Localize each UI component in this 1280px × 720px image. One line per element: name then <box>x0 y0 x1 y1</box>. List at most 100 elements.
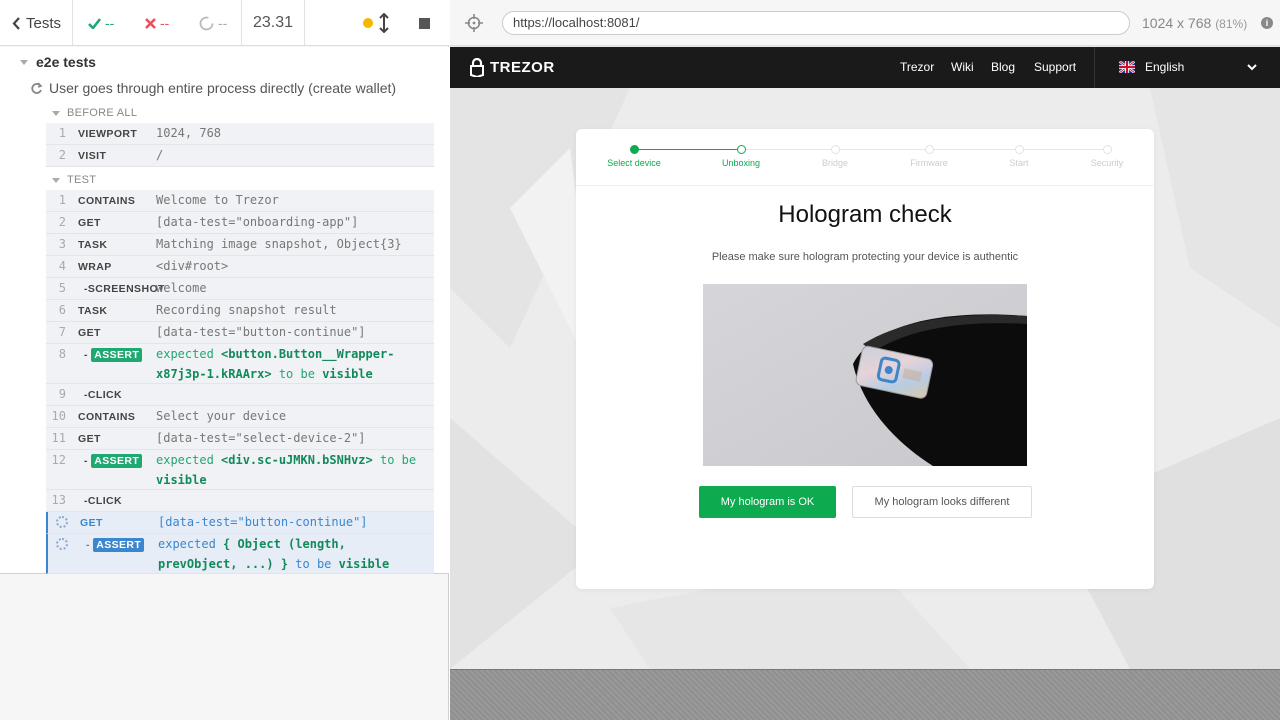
assert-mid: to be <box>379 453 417 467</box>
command-number: 1 <box>58 126 66 140</box>
viewport-scale: (81%) <box>1215 17 1248 31</box>
nav-link-trezor[interactable]: Trezor <box>900 47 934 88</box>
command-name: CONTAINS <box>78 195 136 207</box>
command-number: 4 <box>58 259 66 273</box>
command-name: - ASSERT <box>86 534 145 556</box>
assert-prefix: expected <box>156 453 214 467</box>
hologram-different-button[interactable]: My hologram looks different <box>852 486 1032 518</box>
command-row[interactable]: 3 TASK Matching image snapshot, Object{3} <box>46 234 434 256</box>
caret-down-icon <box>20 59 28 65</box>
tests-back-button[interactable]: Tests <box>0 0 72 46</box>
hook-label: TEST <box>67 174 97 186</box>
command-row[interactable]: 2 VISIT / <box>46 145 434 167</box>
url-bar[interactable]: https://localhost:8081/ <box>502 11 1130 35</box>
runner-header: https://localhost:8081/ 1024 x 768 (81%)… <box>450 0 1280 46</box>
command-message: welcome <box>156 281 207 295</box>
check-icon <box>88 17 101 29</box>
assert-object: visible <box>322 367 373 381</box>
step-dot <box>924 145 934 154</box>
command-row[interactable]: 12 - ASSERT expected <div.sc-uJMKN.bSNHvz>… <box>46 450 434 490</box>
nav-link-support[interactable]: Support <box>1034 47 1076 88</box>
assert-mid: to be <box>295 557 332 571</box>
page-subtitle: Please make sure hologram protecting you… <box>711 251 1019 263</box>
failed-value: -- <box>160 15 170 31</box>
pending-value: -- <box>218 15 228 31</box>
app-under-test: https://localhost:8081/ 1024 x 768 (81%)… <box>450 0 1280 720</box>
reporter-body: e2e tests User goes through entire proce… <box>0 47 449 574</box>
assert-badge: ASSERT <box>93 538 145 552</box>
test-title[interactable]: User goes through entire process directl… <box>30 78 396 98</box>
suite-label: e2e tests <box>36 54 96 70</box>
hook-before-all[interactable]: BEFORE ALL <box>52 105 137 121</box>
command-message: / <box>156 148 164 162</box>
spinner-icon <box>56 516 68 528</box>
command-row[interactable]: 9 -CLICK <box>46 384 434 406</box>
command-message: Welcome to Trezor <box>156 193 279 207</box>
trezor-navbar: TREZOR Trezor Wiki Blog Support English <box>450 47 1280 88</box>
brand-name: TREZOR <box>490 58 555 76</box>
divider <box>576 185 1154 186</box>
nav-link-blog[interactable]: Blog <box>991 47 1015 88</box>
command-message: [data-test="onboarding-app"] <box>156 215 359 229</box>
hook-test[interactable]: TEST <box>52 172 96 188</box>
step-label: Select device <box>607 158 661 168</box>
command-number: 8 <box>58 347 66 361</box>
command-row[interactable]: - ASSERT expected { Object (length, prevO… <box>46 534 434 574</box>
command-number: 6 <box>58 303 66 317</box>
command-number: 11 <box>51 431 66 445</box>
command-row[interactable]: 13 -CLICK <box>46 490 434 512</box>
command-row[interactable]: 6 TASK Recording snapshot result <box>46 300 434 322</box>
command-row[interactable]: 10 CONTAINS Select your device <box>46 406 434 428</box>
assert-object: visible <box>156 473 207 487</box>
pending-count: -- <box>199 0 227 46</box>
command-row[interactable]: 8 - ASSERT expected <button.Button__Wrappe… <box>46 344 434 384</box>
command-row[interactable]: 4 WRAP <div#root> <box>46 256 434 278</box>
passed-value: -- <box>105 15 115 31</box>
command-row[interactable]: 1 VIEWPORT 1024, 768 <box>46 123 434 145</box>
hologram-image <box>703 284 1027 466</box>
step-dot <box>1102 145 1112 154</box>
command-row[interactable]: 11 GET [data-test="select-device-2"] <box>46 428 434 450</box>
command-message: Recording snapshot result <box>156 303 337 317</box>
command-name: GET <box>80 517 103 529</box>
duration: 23.31 <box>252 14 294 31</box>
command-number: 2 <box>58 215 66 229</box>
step-label: Start <box>1009 158 1029 168</box>
step-dot <box>1014 145 1024 154</box>
command-message: expected <button.Button__Wrapper-x87j3p-… <box>156 344 430 384</box>
trezor-logo[interactable]: TREZOR <box>470 57 555 77</box>
progress-line <box>634 149 1107 150</box>
command-name: -SCREENSHOT <box>84 283 165 295</box>
viewport-dims: 1024 x 768 <box>1142 15 1212 31</box>
info-icon[interactable]: i <box>1261 17 1273 29</box>
selector-playground-icon[interactable] <box>465 14 483 32</box>
command-row[interactable]: 1 CONTAINS Welcome to Trezor <box>46 190 434 212</box>
circle-notch-icon <box>199 16 214 30</box>
assert-badge: ASSERT <box>91 454 143 468</box>
command-message: [data-test="select-device-2"] <box>156 431 366 445</box>
command-message: 1024, 768 <box>156 126 222 140</box>
command-number: 7 <box>58 325 66 339</box>
command-row[interactable]: 7 GET [data-test="button-continue"] <box>46 322 434 344</box>
refresh-icon <box>31 81 43 94</box>
step-dot <box>736 145 746 154</box>
hologram-ok-button[interactable]: My hologram is OK <box>699 486 836 518</box>
step-label: Security <box>1090 158 1124 168</box>
stop-icon[interactable] <box>419 18 430 29</box>
nav-link-wiki[interactable]: Wiki <box>951 47 974 88</box>
app-iframe: TREZOR Trezor Wiki Blog Support English <box>450 47 1280 669</box>
test-reporter: Tests -- -- -- 23.31 e2e tests User goes… <box>0 0 449 720</box>
command-name: -CLICK <box>84 389 122 401</box>
command-name: WRAP <box>78 261 112 273</box>
chevron-down-icon <box>1247 64 1257 71</box>
language-select[interactable]: English <box>1094 47 1280 88</box>
step-dot <box>629 145 639 154</box>
command-message: [data-test="button-continue"] <box>156 325 366 339</box>
suite-title[interactable]: e2e tests <box>20 51 96 73</box>
command-number: 3 <box>58 237 66 251</box>
command-row[interactable]: 5 -SCREENSHOT welcome <box>46 278 434 300</box>
auto-scroll-icon[interactable] <box>378 13 390 33</box>
command-row[interactable]: GET [data-test="button-continue"] <box>46 512 434 534</box>
command-row[interactable]: 2 GET [data-test="onboarding-app"] <box>46 212 434 234</box>
failed-count: -- <box>145 0 169 46</box>
